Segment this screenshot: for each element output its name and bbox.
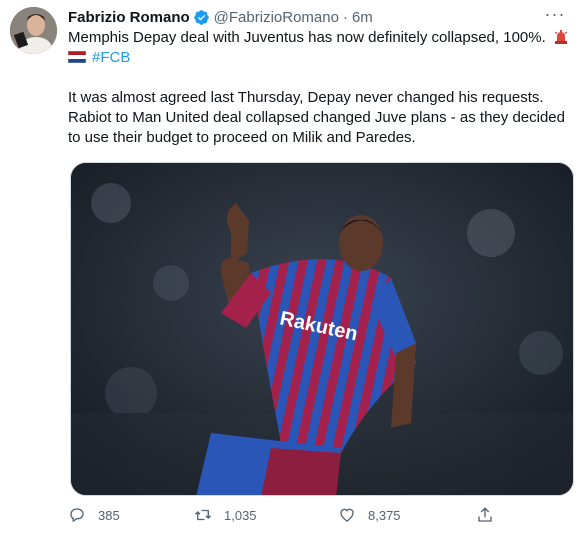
retweet-count: 1,035 bbox=[224, 507, 257, 523]
retweet-icon bbox=[195, 509, 211, 521]
like-button[interactable]: 8,375 bbox=[338, 506, 401, 524]
tweet-line-1: Memphis Depay deal with Juventus has now… bbox=[68, 29, 546, 46]
like-count: 8,375 bbox=[368, 507, 401, 523]
hashtag-link[interactable]: #FCB bbox=[92, 49, 130, 66]
tweet-actions: 385 1,035 8,375 bbox=[68, 506, 498, 530]
tweet-header: Fabrizio Romano @FabrizioRomano · 6m bbox=[68, 7, 373, 27]
reply-icon bbox=[70, 508, 84, 523]
reply-button[interactable]: 385 bbox=[68, 506, 120, 524]
police-light-icon bbox=[554, 30, 568, 44]
verified-badge-icon bbox=[193, 9, 210, 26]
tweet-text: Memphis Depay deal with Juventus has now… bbox=[67, 28, 573, 148]
tweet-paragraph-2: It was almost agreed last Thursday, Depa… bbox=[68, 89, 565, 146]
retweet-button[interactable]: 1,035 bbox=[194, 506, 257, 524]
more-dots-icon[interactable]: ··· bbox=[544, 5, 566, 26]
like-heart-icon bbox=[340, 508, 354, 522]
author-name[interactable]: Fabrizio Romano bbox=[68, 9, 190, 26]
timestamp[interactable]: 6m bbox=[352, 9, 373, 26]
tweet-card[interactable]: Fabrizio Romano @FabrizioRomano · 6m ···… bbox=[0, 0, 587, 536]
avatar[interactable] bbox=[10, 7, 57, 54]
separator-dot: · bbox=[342, 8, 348, 26]
share-icon bbox=[478, 507, 492, 522]
reply-count: 385 bbox=[98, 507, 120, 523]
author-handle[interactable]: @FabrizioRomano bbox=[214, 9, 339, 26]
netherlands-flag-icon bbox=[67, 49, 87, 64]
share-button[interactable] bbox=[476, 506, 506, 524]
tweet-media-image[interactable]: Rakuten bbox=[70, 162, 574, 496]
